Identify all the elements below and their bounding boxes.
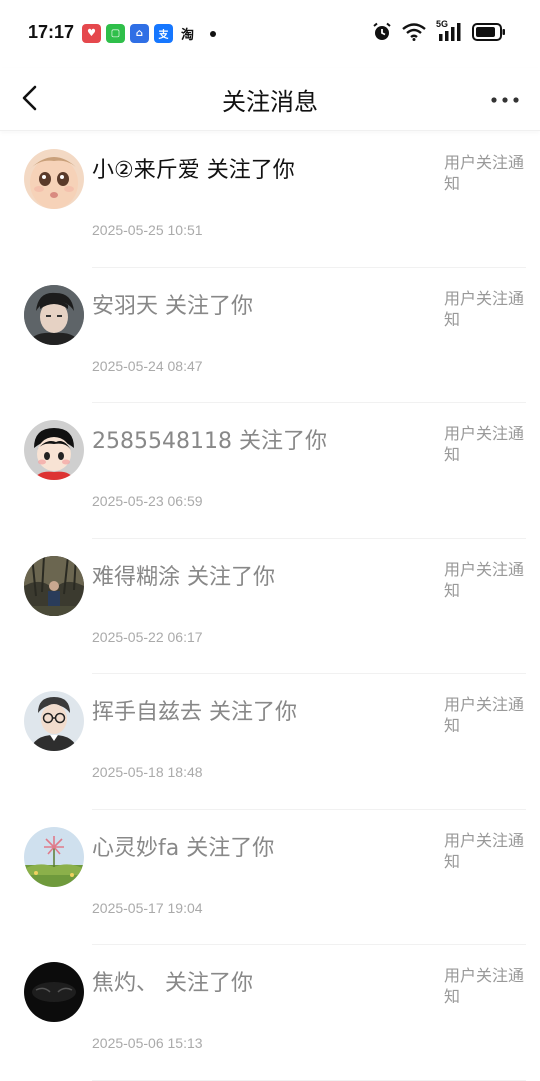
username[interactable]: 焦灼、	[92, 971, 158, 996]
notification-text: 小②来斤爱 关注了你	[92, 152, 295, 184]
notification-item[interactable]: 安羽天 关注了你 用户关注通知 2025-05-24 08:47	[0, 268, 540, 403]
status-right: 5G	[372, 19, 506, 42]
timestamp: 2025-05-23 06:59	[92, 493, 203, 509]
avatar[interactable]	[24, 691, 84, 751]
avatar[interactable]	[24, 420, 84, 480]
username[interactable]: 挥手自兹去	[92, 700, 202, 725]
notification-type: 用户关注通知	[444, 695, 525, 735]
timestamp: 2025-05-24 08:47	[92, 357, 203, 374]
notification-item[interactable]: 挥手自兹去 关注了你 用户关注通知 2025-05-18 18:48	[0, 674, 540, 810]
notification-item[interactable]: 心灵妙fa 关注了你 用户关注通知 2025-05-17 19:04	[0, 810, 540, 945]
action-text: 关注了你	[187, 564, 276, 590]
page-title: 关注消息	[222, 88, 318, 116]
signal-icon: 5G	[436, 19, 462, 42]
status-app-icons: ♥ ▢ ⌂ 支 淘	[82, 24, 216, 43]
status-bar: 17:17 ♥ ▢ ⌂ 支 淘 5G	[0, 0, 540, 68]
username[interactable]: 2585548118	[92, 429, 232, 454]
avatar[interactable]	[24, 149, 84, 209]
notification-type: 用户关注通知	[444, 966, 525, 1006]
notification-list: 小②来斤爱 关注了你 用户关注通知 2025-05-25 10:51 安羽天 关…	[0, 132, 540, 1081]
action-text: 关注了你	[165, 971, 254, 996]
more-button[interactable]	[490, 92, 520, 106]
timestamp: 2025-05-18 18:48	[92, 764, 203, 780]
action-text: 关注了你	[165, 293, 254, 319]
username[interactable]: 安羽天	[92, 294, 158, 319]
nav-bar: 关注消息	[0, 68, 540, 131]
notification-item[interactable]: 小②来斤爱 关注了你 用户关注通知 2025-05-25 10:51	[0, 132, 540, 268]
username[interactable]: 心灵妙fa	[92, 836, 179, 861]
notification-type: 用户关注通知	[444, 424, 525, 464]
status-time: 17:17	[28, 22, 75, 42]
divider	[92, 1079, 526, 1081]
notification-dot-icon	[210, 30, 216, 37]
app-2-icon: ▢	[106, 24, 125, 43]
notification-item[interactable]: 焦灼、 关注了你 用户关注通知 2025-05-06 15:13	[0, 945, 540, 1081]
notification-text: 2585548118 关注了你	[92, 423, 327, 455]
notification-text: 难得糊涂 关注了你	[92, 559, 275, 591]
timestamp: 2025-05-17 19:04	[92, 899, 203, 916]
notification-type: 用户关注通知	[444, 830, 525, 871]
avatar[interactable]	[24, 284, 84, 345]
action-text: 关注了你	[206, 158, 295, 183]
username[interactable]: 难得糊涂	[92, 565, 180, 590]
timestamp: 2025-05-06 15:13	[92, 1035, 203, 1051]
alipay-icon: 支	[154, 24, 173, 43]
timestamp: 2025-05-22 06:17	[92, 628, 203, 645]
app-3-icon: ⌂	[130, 24, 149, 43]
avatar[interactable]	[24, 962, 84, 1022]
username[interactable]: 小②来斤爱	[92, 158, 200, 183]
taobao-icon: 淘	[178, 24, 197, 43]
notification-text: 安羽天 关注了你	[92, 288, 253, 320]
app-1-icon: ♥	[82, 24, 101, 43]
avatar[interactable]	[24, 826, 84, 887]
notification-type: 用户关注通知	[444, 153, 525, 193]
notification-type: 用户关注通知	[444, 288, 525, 329]
action-text: 关注了你	[186, 835, 275, 861]
action-text: 关注了你	[238, 429, 327, 454]
notification-text: 心灵妙fa 关注了你	[92, 830, 274, 862]
battery-icon	[472, 23, 505, 41]
wifi-icon	[402, 23, 426, 41]
notification-text: 焦灼、 关注了你	[92, 965, 253, 997]
more-dots-icon	[491, 97, 519, 103]
notification-item[interactable]: 难得糊涂 关注了你 用户关注通知 2025-05-22 06:17	[0, 539, 540, 674]
timestamp: 2025-05-25 10:51	[92, 222, 203, 238]
notification-item[interactable]: 2585548118 关注了你 用户关注通知 2025-05-23 06:59	[0, 403, 540, 539]
alarm-icon	[373, 22, 391, 40]
avatar[interactable]	[24, 555, 84, 616]
notification-text: 挥手自兹去 关注了你	[92, 694, 297, 726]
action-text: 关注了你	[209, 700, 298, 725]
notification-type: 用户关注通知	[444, 559, 525, 600]
